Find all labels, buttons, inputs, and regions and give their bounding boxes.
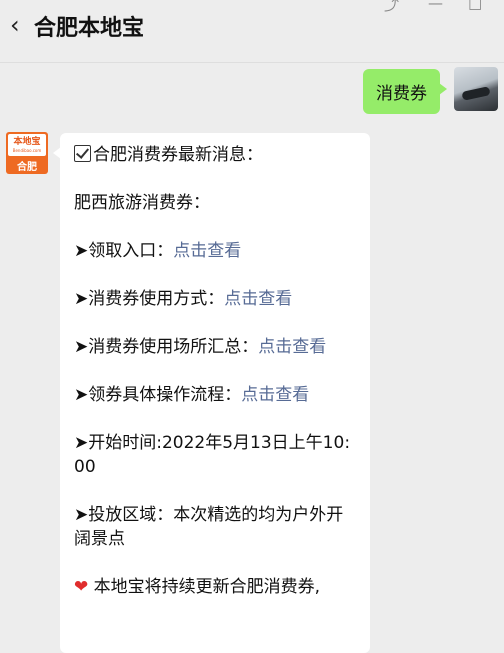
list-item: ➤领券具体操作流程：点击查看 xyxy=(74,385,310,405)
view-link[interactable]: 点击查看 xyxy=(241,385,309,405)
area-line2: 阔景点 xyxy=(74,529,125,549)
maximize-icon[interactable]: □ xyxy=(468,0,482,12)
chat-title: 合肥本地宝 xyxy=(34,16,145,41)
reply-message-bubble: 合肥消费券最新消息： 肥西旅游消费券： ➤领取入口：点击查看 ➤消费券使用方式：… xyxy=(53,133,370,653)
bot-avatar[interactable]: 本地宝 Bendibao.com 合肥 xyxy=(6,132,48,174)
avatar-photo xyxy=(461,86,491,101)
list-item: ➤消费券使用场所汇总：点击查看 xyxy=(74,337,327,357)
view-link[interactable]: 点击查看 xyxy=(173,241,241,261)
view-link[interactable]: 点击查看 xyxy=(224,289,292,309)
list-item: ➤消费券使用方式：点击查看 xyxy=(74,289,293,309)
headline: 合肥消费券最新消息： xyxy=(74,143,364,167)
checkbox-icon xyxy=(74,145,91,162)
sent-message-text: 消费券 xyxy=(376,84,427,104)
bot-city: 合肥 xyxy=(17,162,37,173)
bot-logo: 本地宝 Bendibao.com xyxy=(8,134,46,156)
start-time-line1: ➤开始时间:2022年5月13日上午10: xyxy=(74,433,351,453)
heart-icon: ❤ xyxy=(74,577,89,597)
subtitle: 肥西旅游消费券： xyxy=(74,193,210,213)
user-avatar[interactable] xyxy=(454,67,498,111)
view-link[interactable]: 点击查看 xyxy=(258,337,326,357)
chevron-left-icon[interactable]: ‹ xyxy=(10,13,20,37)
minimize-icon[interactable]: — xyxy=(428,0,443,12)
sent-message-bubble[interactable]: 消费券 xyxy=(363,69,447,114)
start-time-line2: 00 xyxy=(74,457,96,477)
pin-icon[interactable]: ⤴ xyxy=(384,0,399,15)
area-line1: ➤投放区域：本次精选的均为户外开 xyxy=(74,505,344,525)
footer-line: ❤ 本地宝将持续更新合肥消费券, xyxy=(74,577,321,597)
chat-header: ‹ 合肥本地宝 ⤴ — □ xyxy=(0,0,504,63)
list-item: ➤领取入口：点击查看 xyxy=(74,241,242,261)
